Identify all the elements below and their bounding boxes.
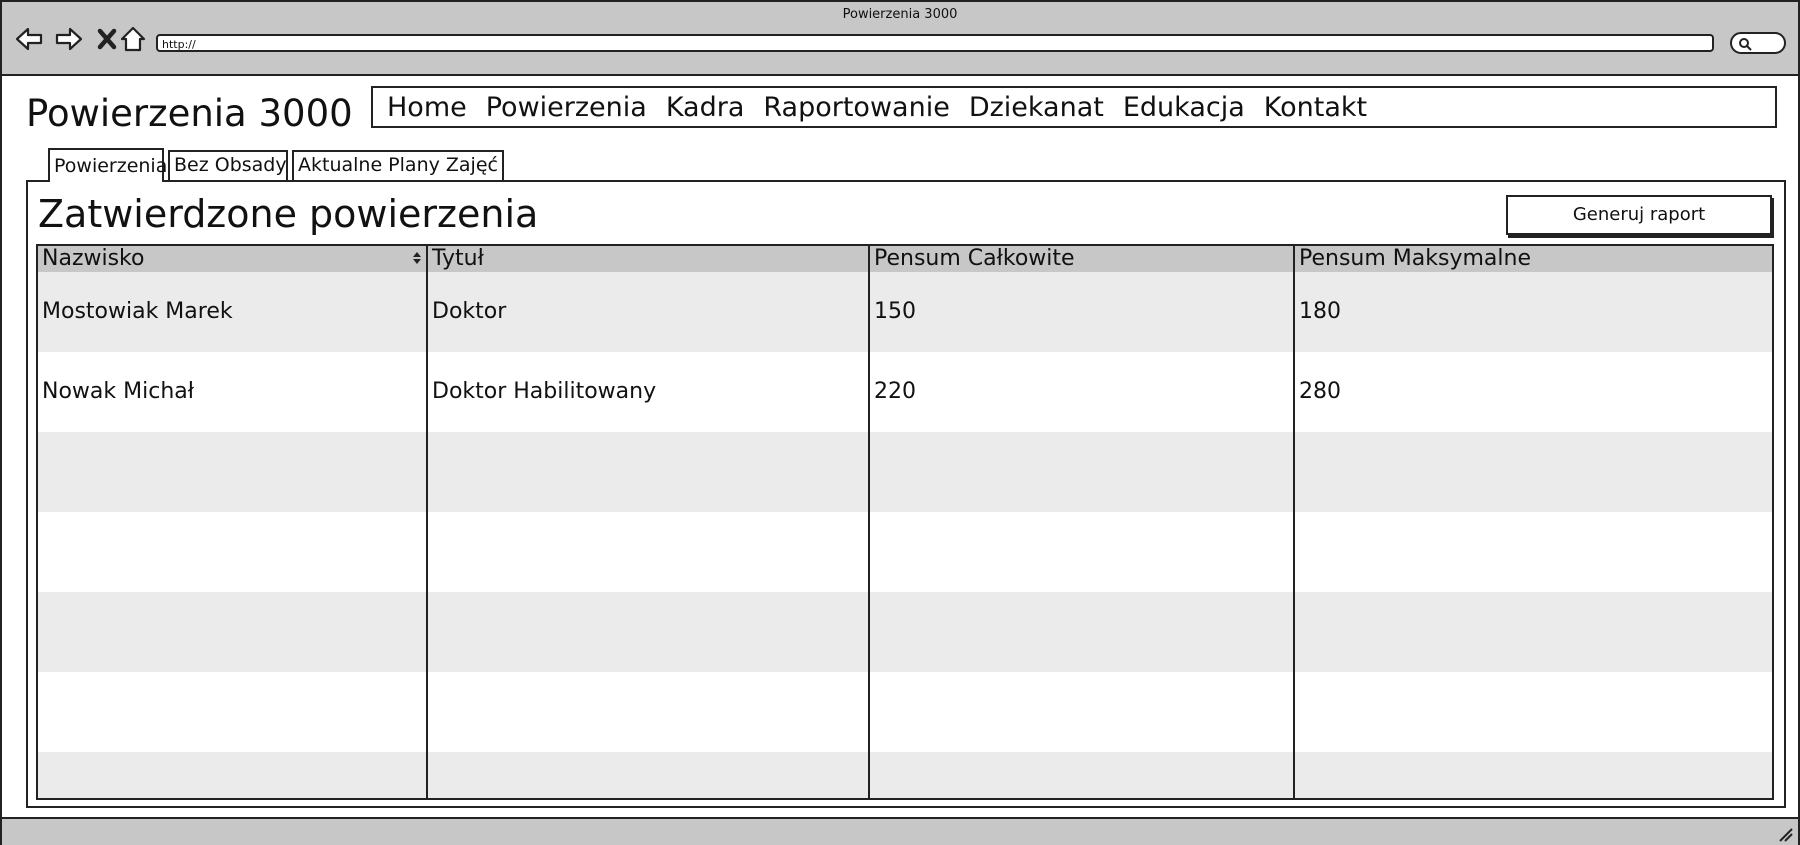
cell-nazwisko: Nowak Michał (42, 379, 194, 404)
header-tytul[interactable]: Tytuł (428, 246, 484, 272)
cell-pensum-maksymalne: 180 (1299, 299, 1341, 324)
sort-icon[interactable] (412, 250, 422, 266)
main-menu: Home Powierzenia Kadra Raportowanie Dzie… (371, 86, 1777, 128)
address-bar[interactable]: http:// (156, 34, 1714, 52)
tab-aktualne-plany-zajec[interactable]: Aktualne Plany Zajęć (292, 150, 504, 180)
page-heading: Zatwierdzone powierzenia (38, 192, 539, 236)
tab-bez-obsady[interactable]: Bez Obsady (168, 150, 288, 180)
cell-tytul: Doktor Habilitowany (432, 379, 657, 404)
active-tab-joint (50, 178, 160, 182)
menu-item-kontakt[interactable]: Kontakt (1264, 92, 1367, 123)
menu-item-edukacja[interactable]: Edukacja (1123, 92, 1245, 123)
menu-item-kadra[interactable]: Kadra (666, 92, 745, 123)
table-row-empty (38, 432, 1772, 512)
table-row[interactable]: Mostowiak Marek Doktor 150 180 (38, 272, 1772, 352)
browser-search-field[interactable] (1730, 32, 1786, 54)
cell-nazwisko: Mostowiak Marek (42, 299, 233, 324)
header-pensum-maksymalne[interactable]: Pensum Maksymalne (1295, 246, 1531, 272)
assignments-table: Nazwisko Tytuł Pensum Całkowite Pensum M… (36, 244, 1774, 800)
column-divider[interactable] (426, 246, 428, 798)
generate-report-button[interactable]: Generuj raport (1506, 195, 1772, 235)
browser-window: Powierzenia 3000 http:// Powierzenia 300… (0, 0, 1800, 845)
window-title: Powierzenia 3000 (842, 7, 958, 22)
table-row-empty (38, 672, 1772, 752)
cell-pensum-maksymalne: 280 (1299, 379, 1341, 404)
table-row-empty (38, 512, 1772, 592)
table-header: Nazwisko Tytuł Pensum Całkowite Pensum M… (38, 246, 1772, 272)
home-icon[interactable] (118, 24, 148, 54)
header-pensum-calkowite[interactable]: Pensum Całkowite (870, 246, 1075, 272)
menu-item-dziekanat[interactable]: Dziekanat (969, 92, 1104, 123)
cell-tytul: Doktor (432, 299, 507, 324)
column-divider[interactable] (868, 246, 870, 798)
column-divider[interactable] (1293, 246, 1295, 798)
app-title: Powierzenia 3000 (26, 92, 353, 135)
menu-item-raportowanie[interactable]: Raportowanie (763, 92, 949, 123)
cell-pensum-calkowite: 150 (874, 299, 916, 324)
menu-item-home[interactable]: Home (387, 92, 467, 123)
tab-panel: Zatwierdzone powierzenia Generuj raport … (26, 180, 1786, 808)
table-row-empty (38, 592, 1772, 672)
status-bar (2, 817, 1798, 845)
forward-icon[interactable] (54, 24, 84, 54)
resize-grip-icon[interactable] (1776, 825, 1794, 843)
table-row-empty (38, 752, 1772, 798)
cell-pensum-calkowite: 220 (874, 379, 916, 404)
menu-item-powierzenia[interactable]: Powierzenia (486, 92, 647, 123)
tab-powierzenia[interactable]: Powierzenia (48, 148, 167, 182)
table-row[interactable]: Nowak Michał Doktor Habilitowany 220 280 (38, 352, 1772, 432)
browser-toolbar: Powierzenia 3000 http:// (2, 2, 1798, 76)
search-icon (1739, 38, 1752, 51)
header-nazwisko[interactable]: Nazwisko (38, 246, 144, 272)
back-icon[interactable] (14, 24, 44, 54)
